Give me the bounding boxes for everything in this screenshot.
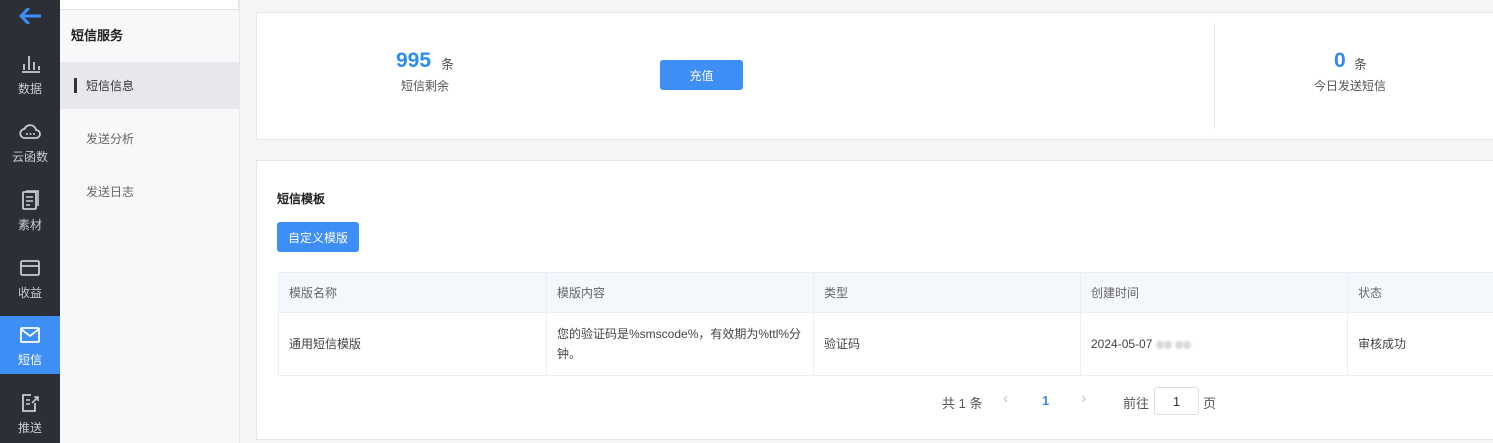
chart-icon xyxy=(22,55,40,73)
custom-template-button[interactable]: 自定义模版 xyxy=(277,222,359,252)
cell-created-time: 2024-05-07 xyxy=(1080,312,1348,376)
rail-item-push[interactable]: 推送 xyxy=(0,384,60,442)
cloud-icon xyxy=(19,123,41,139)
column-header-type[interactable]: 类型 xyxy=(813,272,1081,313)
column-header-name[interactable]: 模版名称 xyxy=(278,272,547,313)
back-arrow-icon[interactable] xyxy=(0,0,60,32)
remaining-count: 995 xyxy=(396,49,432,72)
rail-item-data[interactable]: 数据 xyxy=(0,45,60,103)
sms-stats-card: 995 条 短信剩余 充值 0 条 今日发送短信 xyxy=(256,12,1493,140)
submenu-item-sms-info[interactable]: 短信信息 xyxy=(60,62,240,109)
goto-label: 前往 xyxy=(1123,396,1150,411)
page-suffix: 页 xyxy=(1203,396,1217,411)
template-table: 模版名称 模版内容 类型 创建时间 状态 通用短信模版 您的验证码是%smsco… xyxy=(278,272,1493,376)
recharge-button[interactable]: 充值 xyxy=(660,60,743,90)
sms-submenu: 短信服务 短信信息 发送分析 发送日志 xyxy=(60,0,240,443)
redacted-mark xyxy=(1163,340,1172,349)
column-header-created[interactable]: 创建时间 xyxy=(1080,272,1348,313)
remaining-unit: 条 xyxy=(441,57,455,72)
page-number-current[interactable]: 1 xyxy=(1042,393,1049,408)
redacted-mark xyxy=(1155,340,1164,349)
table-header-row: 模版名称 模版内容 类型 创建时间 状态 xyxy=(278,272,1493,313)
next-page-icon[interactable]: › xyxy=(1081,390,1086,408)
rail-item-material[interactable]: 素材 xyxy=(0,181,60,239)
submenu-item-send-log[interactable]: 发送日志 xyxy=(60,168,240,215)
remaining-label: 短信剩余 xyxy=(401,79,450,93)
redacted-mark xyxy=(1183,340,1192,349)
rail-item-label: 数据 xyxy=(17,81,42,96)
created-date: 2024-05-07 xyxy=(1091,337,1153,351)
submenu-header-box xyxy=(60,0,239,10)
rail-item-label: 短信 xyxy=(17,352,42,367)
document-icon xyxy=(22,189,39,210)
cell-template-content: 您的验证码是%smscode%，有效期为%ttl%分钟。 xyxy=(546,312,814,376)
card-icon xyxy=(20,259,40,276)
table-row[interactable]: 通用短信模版 您的验证码是%smscode%，有效期为%ttl%分钟。 验证码 … xyxy=(278,312,1493,376)
rail-item-label: 素材 xyxy=(17,217,42,232)
today-sent-unit: 条 xyxy=(1354,57,1368,72)
cell-template-type: 验证码 xyxy=(813,312,1081,376)
prev-page-icon[interactable]: ‹ xyxy=(1003,390,1008,408)
rail-item-revenue[interactable]: 收益 xyxy=(0,249,60,307)
column-header-status[interactable]: 状态 xyxy=(1347,272,1493,313)
stats-divider xyxy=(1214,23,1215,129)
column-header-content[interactable]: 模版内容 xyxy=(546,272,814,313)
cell-status: 审核成功 xyxy=(1347,312,1493,376)
pagination-total: 共 1 条 xyxy=(942,396,983,411)
push-icon xyxy=(22,393,39,412)
rail-item-label: 云函数 xyxy=(11,149,48,164)
rail-item-sms[interactable]: 短信 xyxy=(0,316,60,374)
goto-page-input[interactable] xyxy=(1154,387,1199,415)
submenu-item-send-analysis[interactable]: 发送分析 xyxy=(60,115,240,162)
rail-item-cloud-function[interactable]: 云函数 xyxy=(0,113,60,171)
today-sent-label: 今日发送短信 xyxy=(1314,79,1387,93)
submenu-title: 短信服务 xyxy=(71,28,124,43)
cell-template-name: 通用短信模版 xyxy=(278,312,547,376)
rail-item-label: 推送 xyxy=(17,420,42,435)
mail-icon xyxy=(20,326,40,343)
template-heading: 短信模板 xyxy=(277,192,326,206)
rail-item-label: 收益 xyxy=(17,285,42,300)
sms-template-card: 短信模板 自定义模版 模版名称 模版内容 类型 创建时间 状态 通用短信模版 您… xyxy=(256,160,1493,440)
today-sent-count: 0 xyxy=(1334,49,1346,72)
icon-rail: 数据 云函数 素材 收益 短信 推送 xyxy=(0,0,60,443)
redacted-mark xyxy=(1175,340,1184,349)
